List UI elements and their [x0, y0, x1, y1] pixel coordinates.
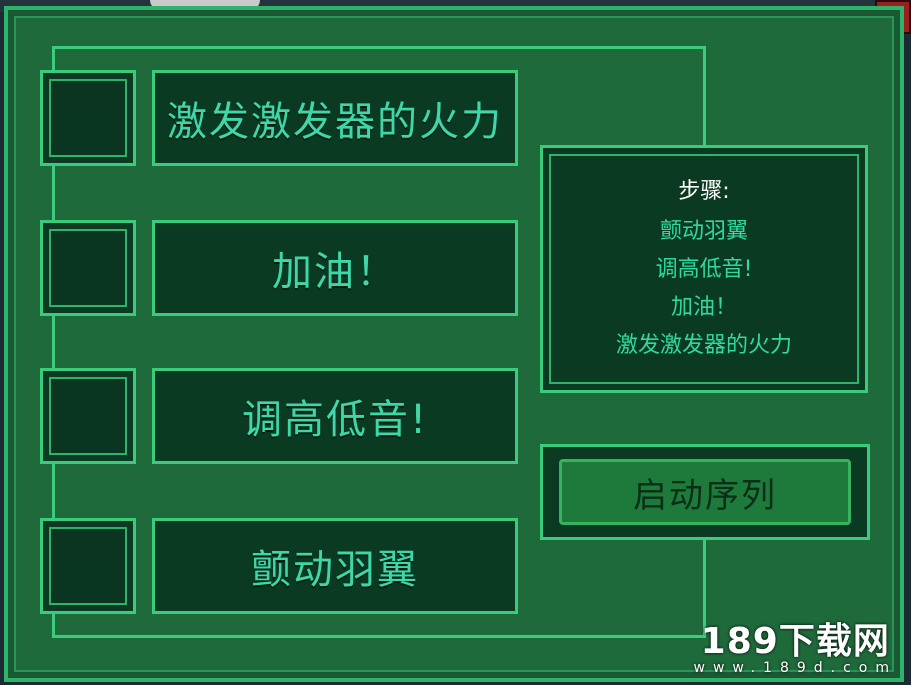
- step-line: 激发激发器的火力: [615, 333, 792, 358]
- wire-right-upper: [703, 46, 706, 146]
- task-slot-3[interactable]: [40, 368, 136, 464]
- start-sequence-button[interactable]: 启动序列: [559, 459, 851, 525]
- watermark-main: 189下载网: [700, 621, 890, 662]
- slot-inner: [49, 527, 127, 605]
- task-slot-1[interactable]: [40, 70, 136, 166]
- task-button-3[interactable]: 调高低音!: [152, 368, 518, 464]
- task-label-2: 加油！: [272, 249, 398, 295]
- slot-inner: [49, 377, 127, 455]
- slot-inner: [49, 79, 127, 157]
- task-label-4: 颤动羽翼: [251, 547, 419, 593]
- step-line: 调高低音!: [655, 257, 753, 282]
- wire-bottom: [52, 635, 706, 638]
- steps-panel: 步骤: 颤动羽翼 调高低音! 加油！ 激发激发器的火力: [540, 145, 868, 393]
- task-label-3: 调高低音!: [241, 397, 429, 443]
- task-label-1: 激发激发器的火力: [167, 99, 503, 145]
- task-button-1[interactable]: 激发激发器的火力: [152, 70, 518, 166]
- start-sequence-frame: 启动序列: [540, 444, 870, 540]
- steps-title: 步骤:: [678, 179, 730, 204]
- start-sequence-label: 启动序列: [633, 475, 777, 516]
- task-button-4[interactable]: 颤动羽翼: [152, 518, 518, 614]
- watermark-url: www.189d.com: [693, 660, 897, 676]
- watermark: 189下载网 www.189d.com: [694, 612, 897, 676]
- task-slot-4[interactable]: [40, 518, 136, 614]
- steps-panel-inner: 步骤: 颤动羽翼 调高低音! 加油！ 激发激发器的火力: [549, 154, 859, 384]
- task-button-2[interactable]: 加油！: [152, 220, 518, 316]
- slot-inner: [49, 229, 127, 307]
- task-slot-2[interactable]: [40, 220, 136, 316]
- step-line: 加油！: [670, 295, 737, 320]
- wire-top: [52, 46, 706, 49]
- step-line: 颤动羽翼: [659, 219, 748, 244]
